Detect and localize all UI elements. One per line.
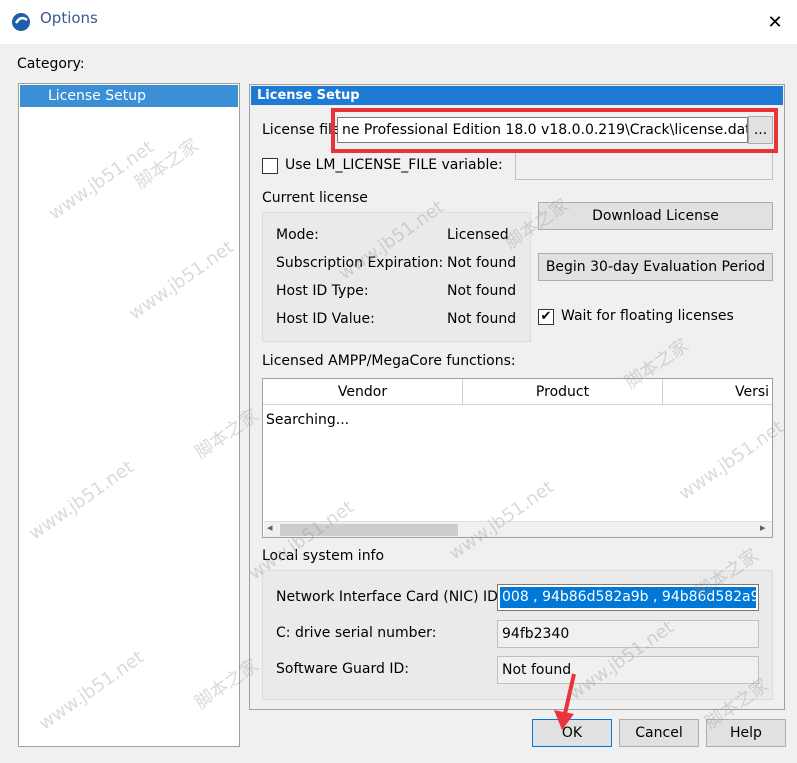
scroll-left-icon[interactable]: ◂ (267, 521, 273, 534)
wait-floating-label: Wait for floating licenses (561, 308, 734, 324)
evaluation-period-button[interactable]: Begin 30-day Evaluation Period (538, 253, 773, 281)
drive-serial-label: C: drive serial number: (276, 625, 437, 641)
column-header-vendor[interactable]: Vendor (263, 379, 463, 405)
current-license-title: Current license (262, 190, 368, 206)
ampp-title: Licensed AMPP/MegaCore functions: (262, 353, 516, 369)
close-icon: ✕ (767, 11, 783, 33)
title-bar: Options ✕ (0, 0, 797, 44)
category-list: License Setup (18, 83, 240, 747)
software-guard-label: Software Guard ID: (276, 661, 409, 677)
subscription-value: Not found (447, 255, 517, 271)
lm-license-input[interactable] (515, 152, 773, 180)
license-file-highlight (331, 108, 778, 153)
category-item-license-setup[interactable]: License Setup (20, 85, 238, 107)
host-id-value-label: Host ID Value: (276, 311, 375, 327)
category-label: Category: (17, 56, 85, 72)
searching-status: Searching... (266, 412, 350, 428)
cancel-button[interactable]: Cancel (619, 719, 699, 747)
column-header-version[interactable]: Versi (663, 379, 772, 405)
panel-header: License Setup (251, 86, 783, 105)
host-id-type-value: Not found (447, 283, 517, 299)
lm-license-checkbox[interactable] (262, 158, 278, 174)
mode-label: Mode: (276, 227, 319, 243)
lm-license-label: Use LM_LICENSE_FILE variable: (285, 157, 503, 173)
window-title: Options (40, 9, 98, 27)
app-icon (11, 12, 31, 32)
wait-floating-checkbox[interactable]: ✔ (538, 309, 554, 325)
nic-label: Network Interface Card (NIC) ID: (276, 589, 503, 605)
check-icon: ✔ (540, 309, 552, 324)
mode-value: Licensed (447, 227, 509, 243)
close-button[interactable]: ✕ (760, 8, 790, 36)
download-license-button[interactable]: Download License (538, 202, 773, 230)
host-id-type-label: Host ID Type: (276, 283, 369, 299)
host-id-value-value: Not found (447, 311, 517, 327)
scroll-right-icon[interactable]: ▸ (760, 521, 766, 534)
